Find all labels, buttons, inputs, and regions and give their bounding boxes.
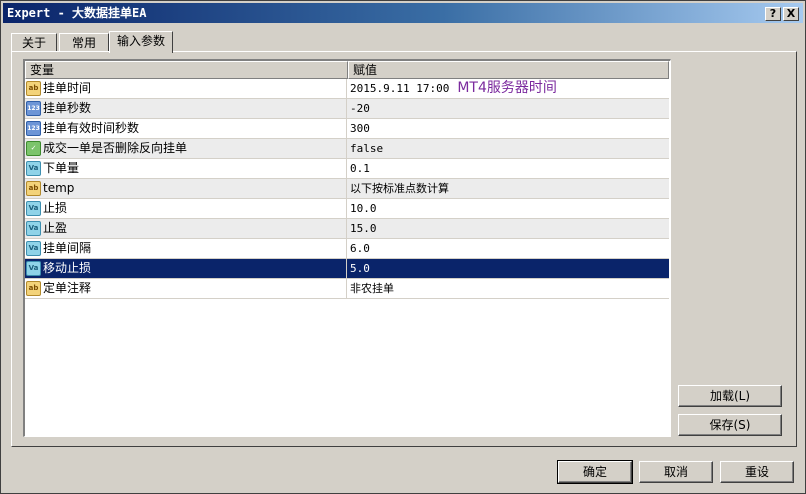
- value-text: 0.1: [350, 162, 370, 175]
- variable-name: 定单注释: [43, 281, 92, 295]
- value-text: 以下按标准点数计算: [350, 182, 449, 195]
- double-val-icon: Va: [26, 161, 41, 176]
- int-123-icon: 123: [26, 121, 41, 136]
- value-cell[interactable]: 非农挂单: [348, 279, 669, 298]
- value-text: false: [350, 142, 384, 155]
- table-row[interactable]: Va 止损 10.0: [25, 199, 669, 219]
- variable-name: 下单量: [43, 161, 80, 175]
- variable-name: 成交一单是否删除反向挂单: [43, 141, 188, 155]
- bool-icon: ✓: [26, 141, 41, 156]
- value-text: 300: [350, 122, 370, 135]
- value-annotation: MT4服务器时间: [457, 80, 557, 96]
- table-row[interactable]: ab 定单注释 非农挂单: [25, 279, 669, 299]
- variable-cell[interactable]: Va 下单量: [25, 159, 347, 178]
- table-row[interactable]: ✓ 成交一单是否删除反向挂单 false: [25, 139, 669, 159]
- variable-cell[interactable]: Va 移动止损: [25, 259, 347, 278]
- variable-cell[interactable]: ✓ 成交一单是否删除反向挂单: [25, 139, 347, 158]
- variable-cell[interactable]: ab 定单注释: [25, 279, 347, 298]
- table-row[interactable]: 123 挂单秒数 -20: [25, 99, 669, 119]
- value-cell[interactable]: 6.0: [348, 239, 669, 258]
- close-button[interactable]: X: [783, 7, 799, 21]
- variable-cell[interactable]: Va 挂单间隔: [25, 239, 347, 258]
- variable-cell[interactable]: 123 挂单有效时间秒数: [25, 119, 347, 138]
- tab-inputs[interactable]: 输入参数: [109, 31, 173, 53]
- variable-name: 挂单有效时间秒数: [43, 121, 140, 135]
- help-button[interactable]: ?: [765, 7, 781, 21]
- tab-about[interactable]: 关于: [11, 33, 57, 52]
- value-cell[interactable]: 300: [348, 119, 669, 138]
- value-cell[interactable]: 15.0: [348, 219, 669, 238]
- ab-string-icon: ab: [26, 181, 41, 196]
- parameters-table: 变量 赋值 ab 挂单时间 2015.9.11 17:00 MT4服务器时间 123 挂单…: [23, 59, 671, 437]
- variable-name: 挂单间隔: [43, 241, 92, 255]
- value-cell[interactable]: -20: [348, 99, 669, 118]
- variable-name: 止损: [43, 201, 68, 215]
- variable-cell[interactable]: 123 挂单秒数: [25, 99, 347, 118]
- variable-name: 移动止损: [43, 261, 92, 275]
- load-button[interactable]: 加载(L): [678, 385, 782, 407]
- table-row[interactable]: ab 挂单时间 2015.9.11 17:00 MT4服务器时间: [25, 79, 669, 99]
- column-header-value[interactable]: 赋值: [348, 61, 669, 79]
- reset-button[interactable]: 重设: [720, 461, 794, 483]
- value-cell[interactable]: 2015.9.11 17:00 MT4服务器时间: [348, 79, 669, 98]
- save-button[interactable]: 保存(S): [678, 414, 782, 436]
- table-row[interactable]: Va 下单量 0.1: [25, 159, 669, 179]
- value-text: 6.0: [350, 242, 370, 255]
- tab-common[interactable]: 常用: [59, 33, 109, 52]
- value-cell[interactable]: 5.0: [348, 259, 669, 278]
- ab-string-icon: ab: [26, 281, 41, 296]
- title-bar[interactable]: Expert - 大数据挂单EA ? X: [3, 3, 803, 23]
- int-123-icon: 123: [26, 101, 41, 116]
- ok-button[interactable]: 确定: [557, 460, 633, 484]
- double-val-icon: Va: [26, 261, 41, 276]
- value-text: 2015.9.11 17:00: [350, 82, 450, 95]
- variable-cell[interactable]: ab temp: [25, 179, 347, 198]
- table-row[interactable]: 123 挂单有效时间秒数 300: [25, 119, 669, 139]
- value-text: 5.0: [350, 262, 370, 275]
- variable-cell[interactable]: Va 止损: [25, 199, 347, 218]
- value-text: 10.0: [350, 202, 377, 215]
- value-cell[interactable]: 0.1: [348, 159, 669, 178]
- variable-cell[interactable]: Va 止盈: [25, 219, 347, 238]
- ab-string-icon: ab: [26, 81, 41, 96]
- value-text: 15.0: [350, 222, 377, 235]
- value-cell[interactable]: 10.0: [348, 199, 669, 218]
- cancel-button[interactable]: 取消: [639, 461, 713, 483]
- variable-name: 挂单时间: [43, 81, 92, 95]
- variable-cell[interactable]: ab 挂单时间: [25, 79, 347, 98]
- value-text: 非农挂单: [350, 282, 394, 295]
- variable-name: 挂单秒数: [43, 101, 92, 115]
- table-header: 变量 赋值: [25, 61, 669, 79]
- double-val-icon: Va: [26, 241, 41, 256]
- window-title: Expert - 大数据挂单EA: [7, 6, 147, 20]
- table-row[interactable]: Va 止盈 15.0: [25, 219, 669, 239]
- value-cell[interactable]: 以下按标准点数计算: [348, 179, 669, 198]
- value-text: -20: [350, 102, 370, 115]
- table-row[interactable]: ab temp 以下按标准点数计算: [25, 179, 669, 199]
- double-val-icon: Va: [26, 201, 41, 216]
- table-row[interactable]: Va 挂单间隔 6.0: [25, 239, 669, 259]
- table-row[interactable]: Va 移动止损 5.0: [25, 259, 669, 279]
- expert-dialog: Expert - 大数据挂单EA ? X 关于 常用 输入参数 变量 赋值 ab…: [0, 0, 806, 494]
- column-header-variable[interactable]: 变量: [25, 61, 348, 79]
- variable-name: temp: [43, 181, 75, 195]
- variable-name: 止盈: [43, 221, 68, 235]
- double-val-icon: Va: [26, 221, 41, 236]
- value-cell[interactable]: false: [348, 139, 669, 158]
